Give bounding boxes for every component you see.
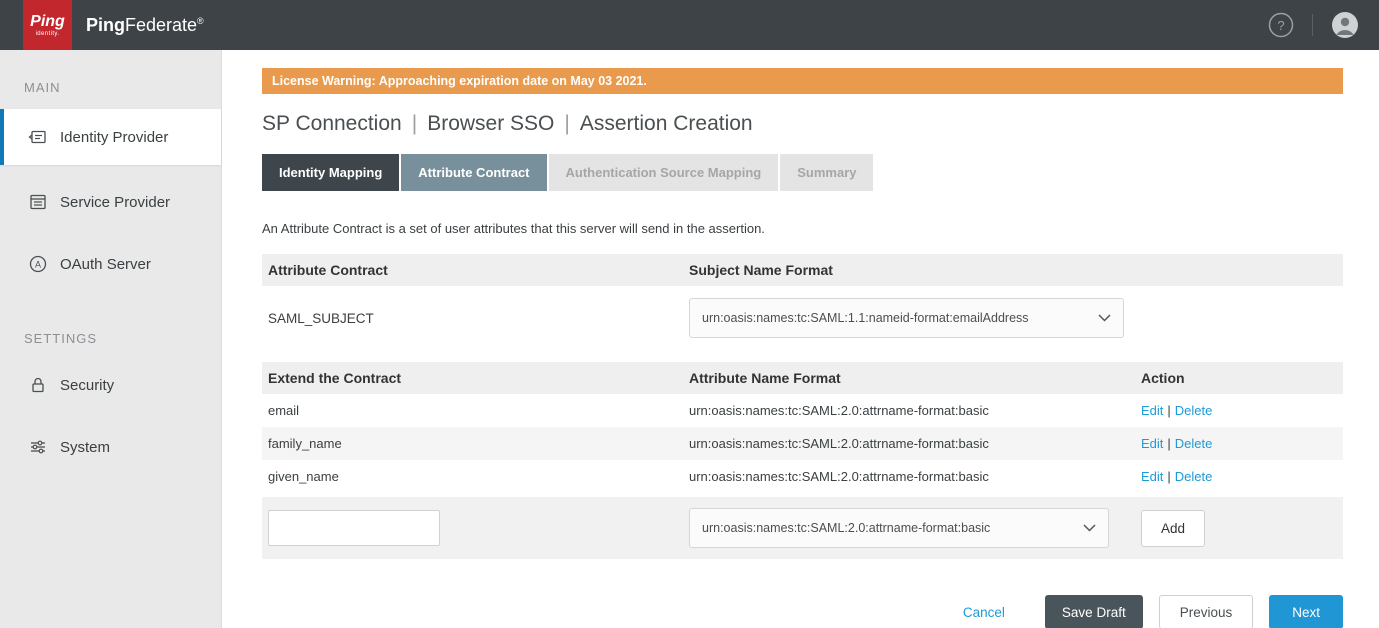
new-attribute-input[interactable] bbox=[268, 510, 440, 546]
tab-attribute-contract[interactable]: Attribute Contract bbox=[401, 154, 546, 191]
contract-table-header: Attribute Contract Subject Name Format bbox=[262, 254, 1343, 286]
topbar-divider bbox=[1312, 14, 1313, 36]
action-separator: | bbox=[1167, 436, 1170, 451]
delete-link[interactable]: Delete bbox=[1175, 436, 1213, 451]
system-icon bbox=[28, 437, 48, 457]
subject-name-format-select[interactable]: urn:oasis:names:tc:SAML:1.1:nameid-forma… bbox=[689, 298, 1124, 338]
header-extend-the-contract: Extend the Contract bbox=[268, 370, 689, 386]
help-icon[interactable]: ? bbox=[1268, 12, 1294, 38]
table-row-email: email urn:oasis:names:tc:SAML:2.0:attrna… bbox=[262, 394, 1343, 427]
new-attribute-format-select[interactable]: urn:oasis:names:tc:SAML:2.0:attrname-for… bbox=[689, 508, 1109, 548]
extend-table-header: Extend the Contract Attribute Name Forma… bbox=[262, 362, 1343, 394]
edit-link[interactable]: Edit bbox=[1141, 403, 1163, 418]
header-attribute-contract: Attribute Contract bbox=[268, 262, 689, 278]
attribute-name: family_name bbox=[268, 436, 689, 451]
topbar-actions: ? bbox=[1268, 11, 1359, 39]
sidebar-item-oauth-server[interactable]: A OAuth Server bbox=[0, 239, 221, 289]
attribute-name: given_name bbox=[268, 469, 689, 484]
header-attribute-name-format: Attribute Name Format bbox=[689, 370, 1141, 386]
add-button[interactable]: Add bbox=[1141, 510, 1205, 547]
logo-subtext: identity. bbox=[36, 31, 60, 37]
edit-link[interactable]: Edit bbox=[1141, 469, 1163, 484]
attribute-name-format: urn:oasis:names:tc:SAML:2.0:attrname-for… bbox=[689, 403, 1141, 418]
main-content: License Warning: Approaching expiration … bbox=[222, 50, 1379, 628]
contract-table-row: SAML_SUBJECT urn:oasis:names:tc:SAML:1.1… bbox=[262, 286, 1343, 354]
footer-actions: Cancel Save Draft Previous Next bbox=[262, 595, 1343, 628]
attribute-name-format: urn:oasis:names:tc:SAML:2.0:attrname-for… bbox=[689, 436, 1141, 451]
sidebar: MAIN Identity Provider Service Provider … bbox=[0, 50, 222, 628]
sidebar-item-label: Service Provider bbox=[60, 194, 170, 211]
tab-authentication-source-mapping: Authentication Source Mapping bbox=[549, 154, 779, 191]
subject-attribute-name: SAML_SUBJECT bbox=[268, 311, 689, 326]
cancel-link[interactable]: Cancel bbox=[963, 605, 1005, 620]
sidebar-item-system[interactable]: System bbox=[0, 422, 221, 472]
delete-link[interactable]: Delete bbox=[1175, 403, 1213, 418]
service-provider-icon bbox=[28, 192, 48, 212]
page-title: SP Connection | Browser SSO | Assertion Crea… bbox=[262, 112, 1343, 136]
table-row-given-name: given_name urn:oasis:names:tc:SAML:2.0:a… bbox=[262, 460, 1343, 493]
license-warning-text: License Warning: Approaching expiration … bbox=[272, 74, 647, 88]
sidebar-section-settings: SETTINGS bbox=[0, 301, 221, 360]
user-avatar-icon[interactable] bbox=[1331, 11, 1359, 39]
next-button[interactable]: Next bbox=[1269, 595, 1343, 628]
previous-button[interactable]: Previous bbox=[1159, 595, 1254, 628]
title-separator: | bbox=[412, 112, 417, 135]
breadcrumb-browser-sso: Browser SSO bbox=[427, 112, 554, 135]
logo-text: Ping bbox=[30, 14, 65, 30]
table-row-family-name: family_name urn:oasis:names:tc:SAML:2.0:… bbox=[262, 427, 1343, 460]
sidebar-item-label: OAuth Server bbox=[60, 256, 151, 273]
action-separator: | bbox=[1167, 469, 1170, 484]
subject-name-format-value: urn:oasis:names:tc:SAML:1.1:nameid-forma… bbox=[702, 311, 1029, 325]
new-attribute-format-value: urn:oasis:names:tc:SAML:2.0:attrname-for… bbox=[702, 521, 990, 535]
action-separator: | bbox=[1167, 403, 1170, 418]
ping-identity-logo[interactable]: Ping identity. bbox=[23, 0, 72, 50]
wizard-tabs: Identity Mapping Attribute Contract Auth… bbox=[262, 154, 1343, 191]
attribute-name-format: urn:oasis:names:tc:SAML:2.0:attrname-for… bbox=[689, 469, 1141, 484]
svg-text:A: A bbox=[35, 260, 41, 270]
svg-text:?: ? bbox=[1277, 18, 1284, 33]
license-warning-banner: License Warning: Approaching expiration … bbox=[262, 68, 1343, 94]
delete-link[interactable]: Delete bbox=[1175, 469, 1213, 484]
title-separator: | bbox=[564, 112, 569, 135]
header-action: Action bbox=[1141, 370, 1337, 386]
new-attribute-row: urn:oasis:names:tc:SAML:2.0:attrname-for… bbox=[262, 497, 1343, 559]
header-subject-name-format: Subject Name Format bbox=[689, 262, 1337, 278]
sidebar-item-security[interactable]: Security bbox=[0, 360, 221, 410]
sidebar-item-label: System bbox=[60, 439, 110, 456]
identity-provider-icon bbox=[28, 127, 48, 147]
chevron-down-icon bbox=[1083, 524, 1096, 532]
chevron-down-icon bbox=[1098, 314, 1111, 322]
edit-link[interactable]: Edit bbox=[1141, 436, 1163, 451]
save-draft-button[interactable]: Save Draft bbox=[1045, 595, 1143, 628]
oauth-server-icon: A bbox=[28, 254, 48, 274]
brand-title: PingFederate® bbox=[86, 15, 204, 36]
sidebar-section-main: MAIN bbox=[0, 50, 221, 109]
tab-summary: Summary bbox=[780, 154, 873, 191]
attribute-name: email bbox=[268, 403, 689, 418]
top-bar: Ping identity. PingFederate® ? bbox=[0, 0, 1379, 50]
sidebar-item-service-provider[interactable]: Service Provider bbox=[0, 177, 221, 227]
page-description: An Attribute Contract is a set of user a… bbox=[262, 221, 1343, 236]
breadcrumb-sp-connection: SP Connection bbox=[262, 112, 402, 135]
tab-identity-mapping[interactable]: Identity Mapping bbox=[262, 154, 399, 191]
sidebar-item-label: Security bbox=[60, 377, 114, 394]
sidebar-item-identity-provider[interactable]: Identity Provider bbox=[0, 109, 221, 165]
security-icon bbox=[28, 375, 48, 395]
sidebar-item-label: Identity Provider bbox=[60, 129, 168, 146]
breadcrumb-assertion-creation: Assertion Creation bbox=[580, 112, 753, 135]
